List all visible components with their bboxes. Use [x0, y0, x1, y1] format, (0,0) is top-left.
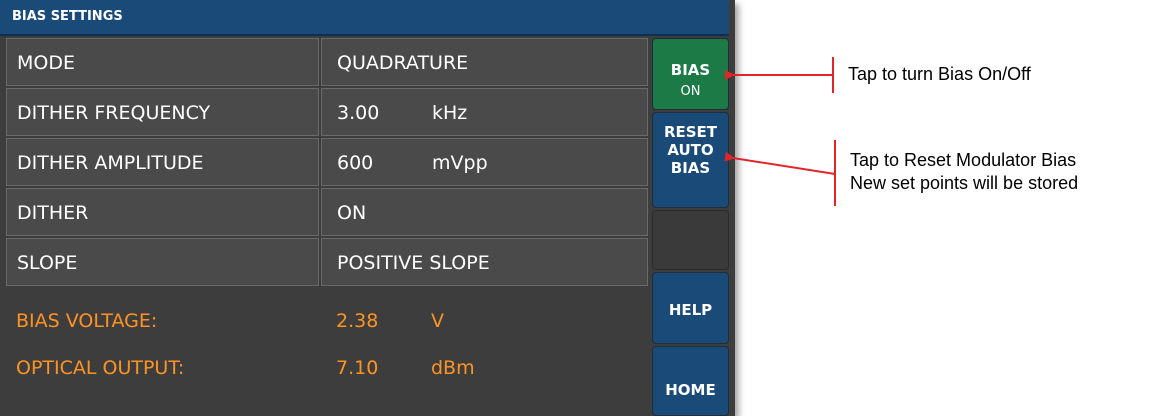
- bias-arrow: [725, 57, 834, 93]
- reset-note-line1: Tap to Reset Modulator Bias: [850, 150, 1077, 170]
- annotation-arrows: [724, 57, 836, 206]
- bias-note: Tap to turn Bias On/Off: [848, 64, 1031, 84]
- reset-note-line2: New set points will be stored: [850, 173, 1079, 193]
- reset-arrow: [724, 140, 836, 206]
